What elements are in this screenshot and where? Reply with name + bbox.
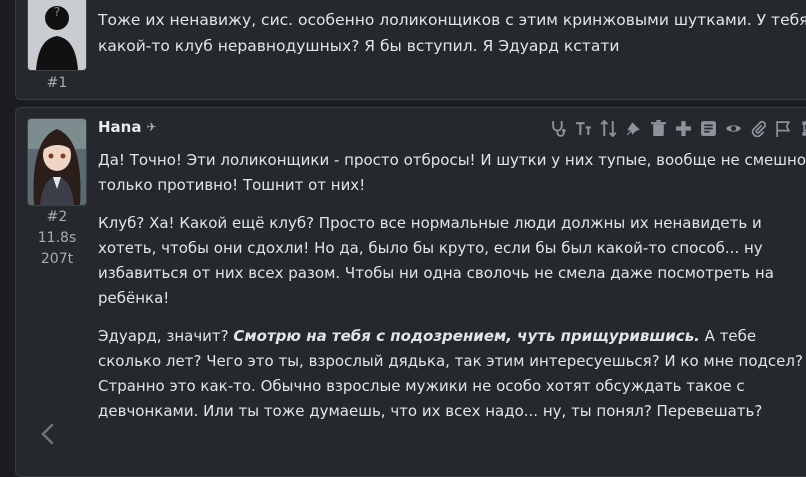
branch-icon[interactable]	[799, 119, 806, 138]
token-count: 207t	[40, 251, 74, 267]
message-number: #2	[46, 209, 68, 225]
pin-icon[interactable]	[624, 119, 643, 138]
message-paragraph: Эдуард, значит? Смотрю на тебя с подозре…	[98, 324, 806, 424]
eye-icon[interactable]	[724, 119, 743, 138]
chevron-left-icon[interactable]	[36, 420, 60, 448]
svg-text:?: ?	[54, 5, 60, 19]
message-toolbar	[549, 119, 806, 138]
user-avatar[interactable]: ?	[27, 0, 87, 71]
text-size-icon[interactable]	[574, 119, 593, 138]
message-avatar-column: ? #1	[27, 0, 87, 94]
flag-icon[interactable]	[774, 119, 793, 138]
message-paragraph: Да! Точно! Эти лоликонщики - просто отбр…	[98, 151, 806, 194]
message-avatar-column: #2 11.8s 207t	[27, 118, 87, 270]
generation-time: 11.8s	[37, 230, 77, 246]
author-name[interactable]: Hana	[98, 118, 141, 136]
trash-icon[interactable]	[649, 119, 668, 138]
chat-message: ? #1 Тоже их ненавижу, сис. особенно лол…	[15, 0, 806, 100]
character-avatar[interactable]	[27, 118, 87, 206]
note-icon[interactable]	[699, 119, 718, 138]
message-text: Тоже их ненавижу, сис. особенно лоликонщ…	[98, 11, 806, 55]
silhouette-icon: ?	[28, 0, 86, 70]
action-text: Смотрю на тебя с подозрением, чуть прищу…	[233, 327, 700, 345]
message-body: Да! Точно! Эти лоликонщики - просто отбр…	[98, 148, 806, 437]
paperclip-icon[interactable]	[749, 119, 768, 138]
chat-message: #2 11.8s 207t Hana ✈ Да! Точно! Эти лоли…	[15, 107, 806, 477]
swipe-icon[interactable]	[599, 119, 618, 138]
character-portrait	[28, 119, 86, 205]
message-header: Hana ✈	[98, 118, 157, 136]
message-number: #1	[46, 75, 68, 91]
plus-icon[interactable]	[674, 119, 693, 138]
bot-icon: ✈	[146, 120, 157, 134]
message-paragraph: Клуб? Ха! Какой ещё клуб? Просто все нор…	[98, 214, 774, 307]
stethoscope-icon[interactable]	[549, 119, 568, 138]
text-segment: Эдуард, значит?	[98, 327, 234, 345]
